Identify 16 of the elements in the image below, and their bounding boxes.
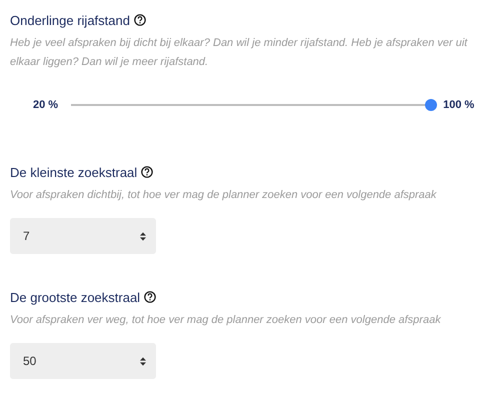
help-icon[interactable] <box>141 166 154 178</box>
setting-title: Onderlinge rijafstand <box>10 12 130 28</box>
setting-description: Heb je veel afspraken bij dicht bij elkaar? Dan wil je minder rijafstand. Heb je afspraken ver uit elkaar liggen? Dan wil je meer rijafstand. <box>10 36 469 70</box>
help-icon[interactable] <box>144 291 156 303</box>
slider-max-label: 100 % <box>443 99 474 111</box>
setting-title: De grootste zoekstraal <box>10 290 140 304</box>
setting-title: De kleinste zoekstraal <box>10 164 138 180</box>
number-select[interactable]: 7 <box>10 218 156 254</box>
slider-min-label: 20 % <box>33 99 58 111</box>
setting-description: Voor afspraken dichtbij, tot hoe ver mag de planner zoeken voor een volgende afspraak <box>10 188 438 203</box>
sort-caret-icon <box>140 356 146 366</box>
setting-description: Voor afspraken ver weg, tot hoe ver mag de planner zoeken voor een volgende afspraak <box>10 313 442 328</box>
number-select[interactable]: 50 <box>10 343 156 379</box>
slider-thumb[interactable] <box>425 99 438 111</box>
sort-caret-icon <box>140 232 146 240</box>
help-icon[interactable] <box>134 14 146 26</box>
